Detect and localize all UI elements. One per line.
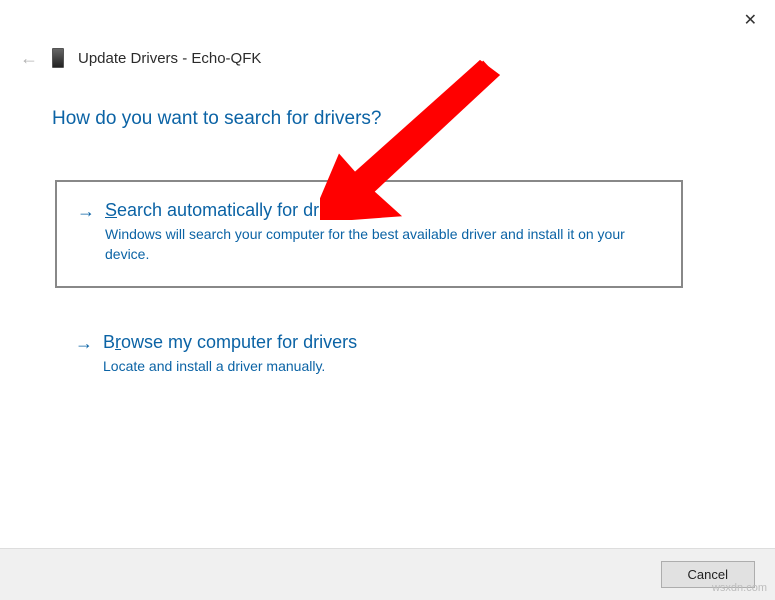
back-arrow-icon[interactable]: ← bbox=[20, 49, 38, 67]
option-description: Windows will search your computer for th… bbox=[105, 225, 645, 264]
page-heading: How do you want to search for drivers? bbox=[52, 108, 382, 130]
header: ← Update Drivers - Echo-QFK bbox=[20, 48, 261, 68]
option-browse-computer[interactable]: → Browse my computer for drivers Locate … bbox=[55, 322, 683, 399]
option-title: Browse my computer for drivers bbox=[103, 332, 663, 353]
option-title: Search automatically for drivers bbox=[105, 200, 661, 221]
window-title: Update Drivers - Echo-QFK bbox=[78, 50, 261, 67]
arrow-right-icon: → bbox=[75, 332, 93, 377]
arrow-right-icon: → bbox=[77, 200, 95, 264]
watermark: wsxdn.com bbox=[712, 582, 767, 594]
option-search-automatically[interactable]: → Search automatically for drivers Windo… bbox=[55, 180, 683, 288]
option-description: Locate and install a driver manually. bbox=[103, 357, 643, 377]
device-icon bbox=[52, 48, 64, 68]
close-icon[interactable]: ✕ bbox=[744, 10, 757, 30]
footer: Cancel bbox=[0, 548, 775, 600]
